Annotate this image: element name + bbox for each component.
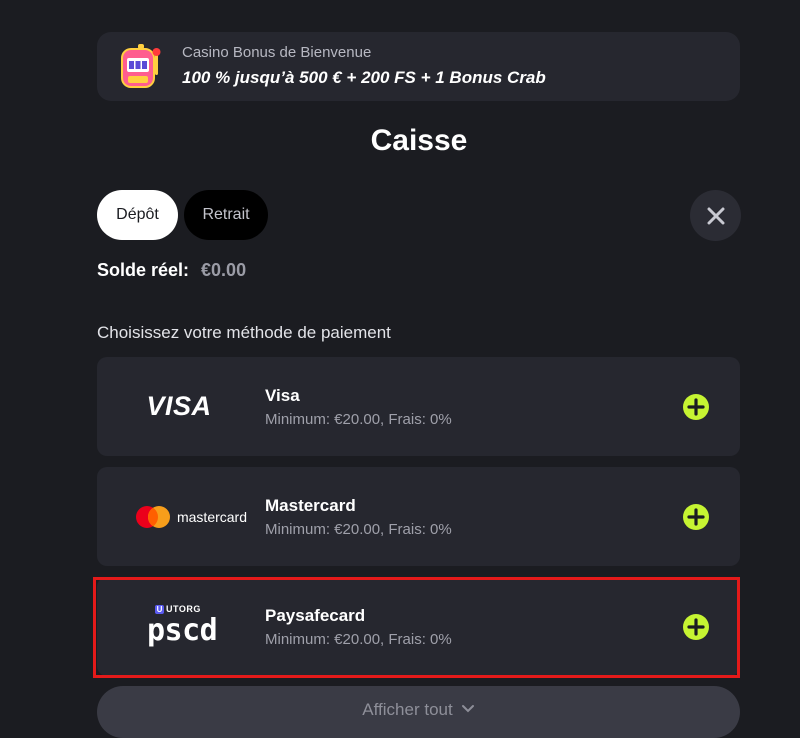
payment-method-heading: Choisissez votre méthode de paiement [97, 323, 391, 342]
chevron-down-icon [461, 705, 474, 713]
show-all-label: Afficher tout [362, 700, 453, 719]
payment-method-visa[interactable]: VISA Visa Minimum: €20.00, Frais: 0% [97, 357, 740, 456]
tab-withdraw[interactable]: Retrait [184, 190, 268, 240]
banner-offer: 100 % jusqu’à 500 € + 200 FS + 1 Bonus C… [182, 68, 546, 87]
banner-subtitle: Casino Bonus de Bienvenue [182, 44, 372, 61]
tab-deposit[interactable]: Dépôt [97, 190, 178, 240]
balance-label: Solde réel: [97, 260, 190, 280]
selection-highlight [93, 577, 740, 678]
method-details: Minimum: €20.00, Frais: 0% [265, 521, 452, 538]
welcome-bonus-banner[interactable]: Casino Bonus de Bienvenue 100 % jusqu’à … [97, 32, 740, 101]
add-icon[interactable] [682, 393, 710, 421]
slot-machine-icon [121, 44, 161, 88]
mastercard-circles-icon [135, 505, 170, 528]
close-button[interactable] [690, 190, 741, 241]
method-name: Mastercard [265, 496, 356, 515]
close-icon [707, 207, 724, 224]
add-icon[interactable] [682, 503, 710, 531]
payment-method-mastercard[interactable]: mastercard Mastercard Minimum: €20.00, F… [97, 467, 740, 566]
balance-value: €0.00 [201, 260, 247, 280]
show-all-button[interactable]: Afficher tout [97, 686, 740, 738]
page-title: Caisse [370, 124, 468, 157]
real-balance: Solde réel: €0.00 [97, 260, 246, 281]
method-details: Minimum: €20.00, Frais: 0% [265, 411, 452, 428]
visa-logo: VISA [146, 391, 212, 421]
method-name: Visa [265, 386, 300, 405]
mastercard-logo: mastercard [97, 467, 265, 566]
